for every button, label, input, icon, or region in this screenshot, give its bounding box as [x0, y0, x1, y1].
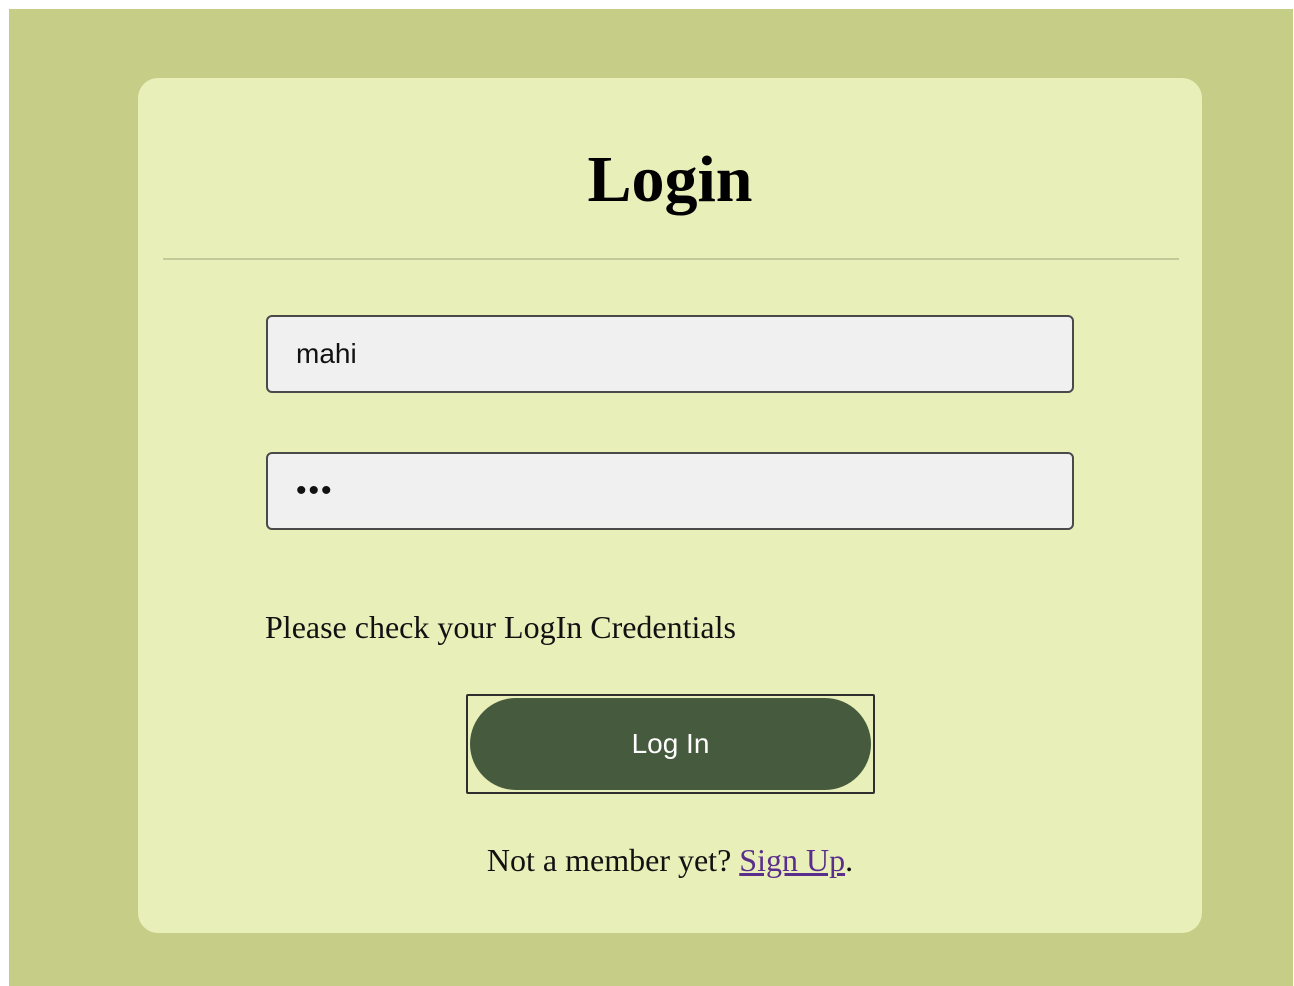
- signup-suffix: .: [845, 842, 854, 878]
- signup-prompt-text: Not a member yet?: [486, 842, 740, 878]
- login-button[interactable]: Log In: [466, 694, 875, 794]
- login-button-label: Log In: [631, 728, 710, 759]
- signup-prompt: Not a member yet? Sign Up.: [0, 840, 1294, 880]
- username-input[interactable]: [266, 315, 1074, 393]
- error-message: Please check your LogIn Credentials: [265, 609, 736, 645]
- signup-link[interactable]: Sign Up: [739, 842, 845, 878]
- title-divider: [163, 258, 1179, 260]
- page-title: Login: [587, 143, 753, 216]
- password-input[interactable]: [266, 452, 1074, 530]
